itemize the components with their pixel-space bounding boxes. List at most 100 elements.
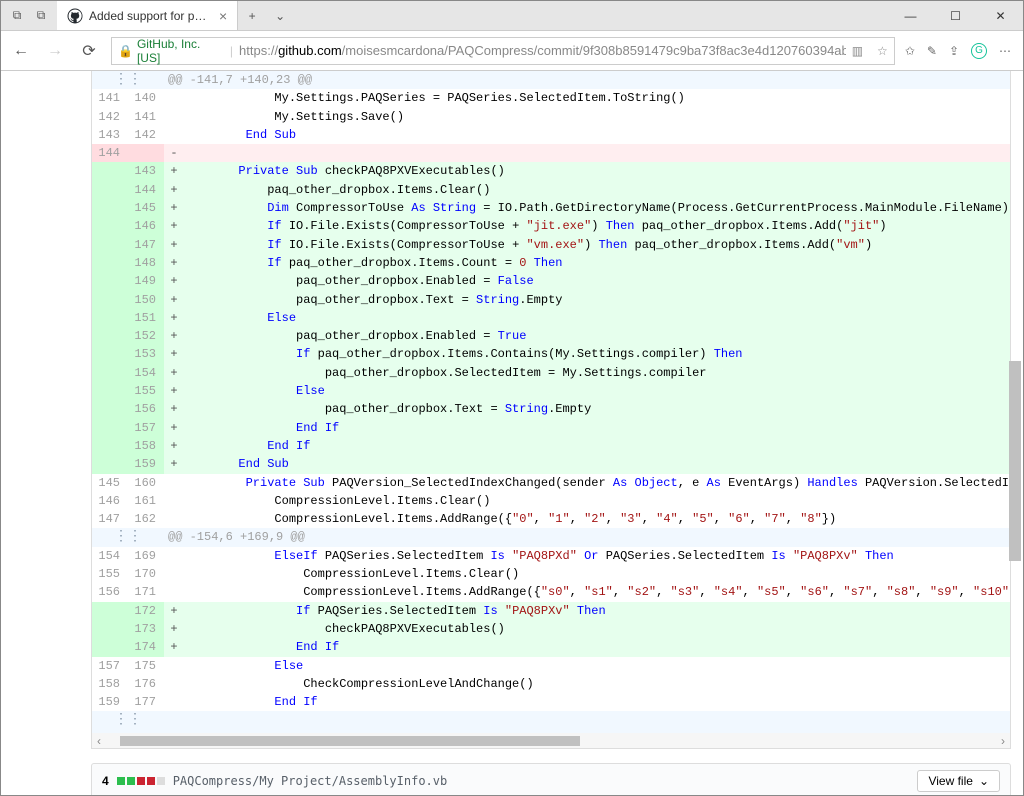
old-line-number[interactable]: 143 [92,126,128,144]
expand-hunk-icon[interactable]: ⋮⋮ [92,71,164,89]
new-line-number[interactable]: 151 [128,309,164,327]
favorite-icon[interactable]: ☆ [877,44,888,58]
new-line-number[interactable]: 175 [128,657,164,675]
old-line-number[interactable]: 158 [92,675,128,693]
old-line-number[interactable] [92,162,128,180]
old-line-number[interactable]: 159 [92,693,128,711]
old-line-number[interactable] [92,236,128,254]
new-line-number[interactable]: 145 [128,199,164,217]
tab-close-button[interactable]: × [219,8,227,24]
old-line-number[interactable] [92,455,128,473]
favorites-icon[interactable]: ✩ [905,44,915,58]
old-line-number[interactable] [92,199,128,217]
new-line-number[interactable]: 156 [128,400,164,418]
new-line-number[interactable]: 173 [128,620,164,638]
recent-tabs-icon[interactable]: ⧉ [31,6,51,26]
vertical-scrollbar[interactable] [1009,71,1021,795]
new-tab-button[interactable]: + [238,1,266,30]
view-file-button[interactable]: View file⌄ [917,770,1000,792]
new-line-number[interactable]: 160 [128,474,164,492]
new-line-number[interactable]: 142 [128,126,164,144]
new-line-number[interactable]: 162 [128,510,164,528]
new-line-number[interactable] [128,144,164,162]
new-line-number[interactable]: 159 [128,455,164,473]
old-line-number[interactable] [92,345,128,363]
share-icon[interactable]: ⇪ [949,44,959,58]
more-icon[interactable]: ⋯ [999,44,1011,58]
new-line-number[interactable]: 144 [128,181,164,199]
grammarly-icon[interactable]: G [971,43,987,59]
old-line-number[interactable] [92,602,128,620]
new-line-number[interactable]: 172 [128,602,164,620]
new-line-number[interactable]: 158 [128,437,164,455]
new-line-number[interactable]: 169 [128,547,164,565]
browser-tab[interactable]: Added support for paq… × [57,1,238,30]
new-line-number[interactable]: 170 [128,565,164,583]
new-line-number[interactable]: 176 [128,675,164,693]
old-line-number[interactable]: 146 [92,492,128,510]
old-line-number[interactable] [92,382,128,400]
old-line-number[interactable] [92,254,128,272]
new-line-number[interactable]: 154 [128,364,164,382]
old-line-number[interactable] [92,400,128,418]
old-line-number[interactable]: 141 [92,89,128,107]
notes-icon[interactable]: ✎ [927,44,937,58]
file-path[interactable]: PAQCompress/My Project/AssemblyInfo.vb [173,774,448,788]
new-line-number[interactable]: 152 [128,327,164,345]
old-line-number[interactable] [92,437,128,455]
new-line-number[interactable]: 150 [128,291,164,309]
old-line-number[interactable] [92,217,128,235]
old-line-number[interactable] [92,272,128,290]
old-line-number[interactable]: 155 [92,565,128,583]
hunk-header[interactable]: ⋮⋮ @@ -154,6 +169,9 @@ [92,528,1010,546]
old-line-number[interactable]: 157 [92,657,128,675]
old-line-number[interactable]: 156 [92,583,128,601]
tab-dropdown-icon[interactable]: ⌄ [266,1,294,30]
new-line-number[interactable]: 148 [128,254,164,272]
scrollbar-thumb[interactable] [1009,361,1021,561]
old-line-number[interactable] [92,364,128,382]
forward-button[interactable]: → [43,39,67,63]
new-line-number[interactable]: 155 [128,382,164,400]
old-line-number[interactable] [92,620,128,638]
new-line-number[interactable]: 143 [128,162,164,180]
diff-line: 149+ paq_other_dropbox.Enabled = False [92,272,1010,290]
scrollbar-thumb[interactable] [120,736,580,746]
reading-view-icon[interactable]: ▥ [852,44,863,58]
old-line-number[interactable] [92,327,128,345]
old-line-number[interactable]: 147 [92,510,128,528]
new-line-number[interactable]: 174 [128,638,164,656]
hunk-header[interactable]: ⋮⋮ @@ -141,7 +140,23 @@ [92,71,1010,89]
back-button[interactable]: ← [9,39,33,63]
expand-hunk-icon[interactable]: ⋮⋮ [92,528,164,546]
sidebar-toggle-icon[interactable]: ⧉ [7,6,27,26]
old-line-number[interactable]: 154 [92,547,128,565]
old-line-number[interactable] [92,309,128,327]
old-line-number[interactable] [92,181,128,199]
page-scroll[interactable]: ⋮⋮ @@ -141,7 +140,23 @@ 141140 My.Settin… [1,71,1023,795]
new-line-number[interactable]: 177 [128,693,164,711]
old-line-number[interactable]: 144 [92,144,128,162]
old-line-number[interactable] [92,291,128,309]
new-line-number[interactable]: 161 [128,492,164,510]
old-line-number[interactable]: 145 [92,474,128,492]
hunk-footer[interactable]: ⋮⋮ [92,711,1010,733]
new-line-number[interactable]: 146 [128,217,164,235]
horizontal-scrollbar[interactable]: ‹ › [91,733,1011,749]
new-line-number[interactable]: 157 [128,419,164,437]
new-line-number[interactable]: 171 [128,583,164,601]
refresh-button[interactable]: ⟳ [77,39,101,63]
new-line-number[interactable]: 149 [128,272,164,290]
minimize-button[interactable]: — [888,1,933,31]
address-bar[interactable]: 🔒 GitHub, Inc. [US] | https://github.com… [111,37,895,65]
old-line-number[interactable] [92,638,128,656]
new-line-number[interactable]: 147 [128,236,164,254]
close-window-button[interactable]: ✕ [978,1,1023,31]
old-line-number[interactable]: 142 [92,108,128,126]
old-line-number[interactable] [92,419,128,437]
new-line-number[interactable]: 141 [128,108,164,126]
maximize-button[interactable]: ☐ [933,1,978,31]
new-line-number[interactable]: 153 [128,345,164,363]
new-line-number[interactable]: 140 [128,89,164,107]
expand-hunk-icon[interactable]: ⋮⋮ [92,711,164,733]
